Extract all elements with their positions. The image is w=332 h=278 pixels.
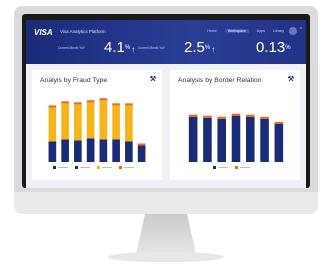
stat-1: Current Month YoY 4.1%↑ — [58, 40, 138, 60]
nav-apps[interactable]: Apps — [257, 29, 265, 33]
legend-swatch — [75, 166, 78, 169]
bar-segment — [61, 103, 69, 140]
legend-label — [240, 167, 250, 168]
legend-label — [58, 167, 68, 168]
card-title: Analysis by Border Relation — [178, 77, 262, 84]
visa-logo: VISA — [34, 28, 53, 37]
legend-label — [124, 167, 134, 168]
fraud-type-chart — [48, 98, 146, 162]
bar-segment — [112, 103, 120, 106]
bar-segment — [203, 115, 212, 118]
bar-segment — [61, 139, 69, 162]
avatar[interactable] — [289, 27, 297, 35]
bar-segment — [274, 121, 284, 124]
bar-segment — [203, 117, 212, 162]
legend-swatch — [119, 166, 122, 169]
bar-segment — [231, 115, 241, 162]
fraud-type-card: Analyis by Fraud Type ⚒ — [32, 70, 162, 180]
bar-segment — [74, 104, 82, 141]
bar-segment — [112, 105, 120, 140]
nav-library[interactable]: Library — [273, 29, 284, 33]
stat-value: 2.5%↑ — [184, 39, 216, 56]
bar-segment — [125, 103, 133, 106]
stat-value: 4.1%↑ — [104, 39, 136, 56]
legend-label — [218, 167, 228, 168]
chevron-down-icon[interactable]: ⌃ — [299, 27, 303, 33]
legend-label — [102, 167, 112, 168]
bar-segment — [231, 113, 241, 116]
bar-segment — [48, 107, 57, 142]
bar-segment — [86, 138, 95, 162]
bar-segment — [48, 105, 57, 108]
settings-icon[interactable]: ⚒ — [150, 75, 156, 83]
stat-label: Current Month YoY — [58, 46, 85, 50]
settings-icon[interactable]: ⚒ — [288, 75, 294, 83]
bar-segment — [74, 102, 82, 105]
bar-segment — [125, 141, 133, 162]
bar-segment — [99, 98, 108, 101]
bar-segment — [274, 123, 284, 162]
bar-segment — [217, 118, 226, 162]
bar-segment — [260, 116, 269, 119]
stat-value: 0.13% — [256, 39, 291, 56]
card-title: Analyis by Fraud Type — [40, 77, 108, 84]
border-relation-chart — [188, 113, 284, 162]
bar-segment — [74, 140, 82, 162]
nav-home[interactable]: Home — [207, 29, 217, 33]
monitor: VISA Visa Analytics Platform Home Worksp… — [14, 6, 318, 214]
bar-segment — [137, 145, 146, 162]
bar-segment — [260, 118, 269, 162]
legend-label — [80, 167, 90, 168]
up-arrow-icon: ↑ — [131, 45, 136, 54]
legend-swatch — [53, 166, 56, 169]
screen: VISA Visa Analytics Platform Home Worksp… — [26, 20, 306, 188]
bar-segment — [48, 141, 57, 162]
up-arrow-icon: ↑ — [211, 45, 216, 54]
bar-segment — [137, 143, 146, 146]
chart-legend — [53, 166, 134, 169]
bar-segment — [99, 139, 108, 162]
bar-segment — [86, 102, 95, 139]
stat-label: Current Month YoY — [138, 46, 165, 50]
top-bar: VISA Visa Analytics Platform Home Worksp… — [26, 20, 306, 64]
legend-swatch — [235, 166, 238, 169]
bar-segment — [188, 114, 198, 117]
bar-segment — [112, 139, 120, 162]
bar-segment — [246, 116, 255, 162]
monitor-stand — [136, 214, 196, 254]
bar-segment — [99, 100, 108, 140]
legend-swatch — [213, 166, 216, 169]
bar-segment — [86, 100, 95, 103]
bar-segment — [246, 114, 255, 117]
stat-2: Current Month YoY 2.5%↑ — [138, 40, 218, 60]
monitor-base — [108, 252, 224, 262]
chart-legend — [213, 166, 250, 169]
bar-segment — [188, 116, 198, 162]
bar-segment — [125, 105, 133, 142]
app-title: Visa Analytics Platform — [60, 29, 106, 34]
main-nav: Home Workspace Apps Library — [207, 29, 284, 33]
stat-3: 0.13% — [226, 40, 302, 60]
border-relation-card: Analysis by Border Relation ⚒ — [170, 70, 300, 180]
nav-workspace[interactable]: Workspace — [224, 29, 249, 33]
monitor-chin — [14, 192, 318, 214]
legend-swatch — [97, 166, 100, 169]
bar-segment — [217, 116, 226, 119]
bar-segment — [61, 101, 69, 104]
